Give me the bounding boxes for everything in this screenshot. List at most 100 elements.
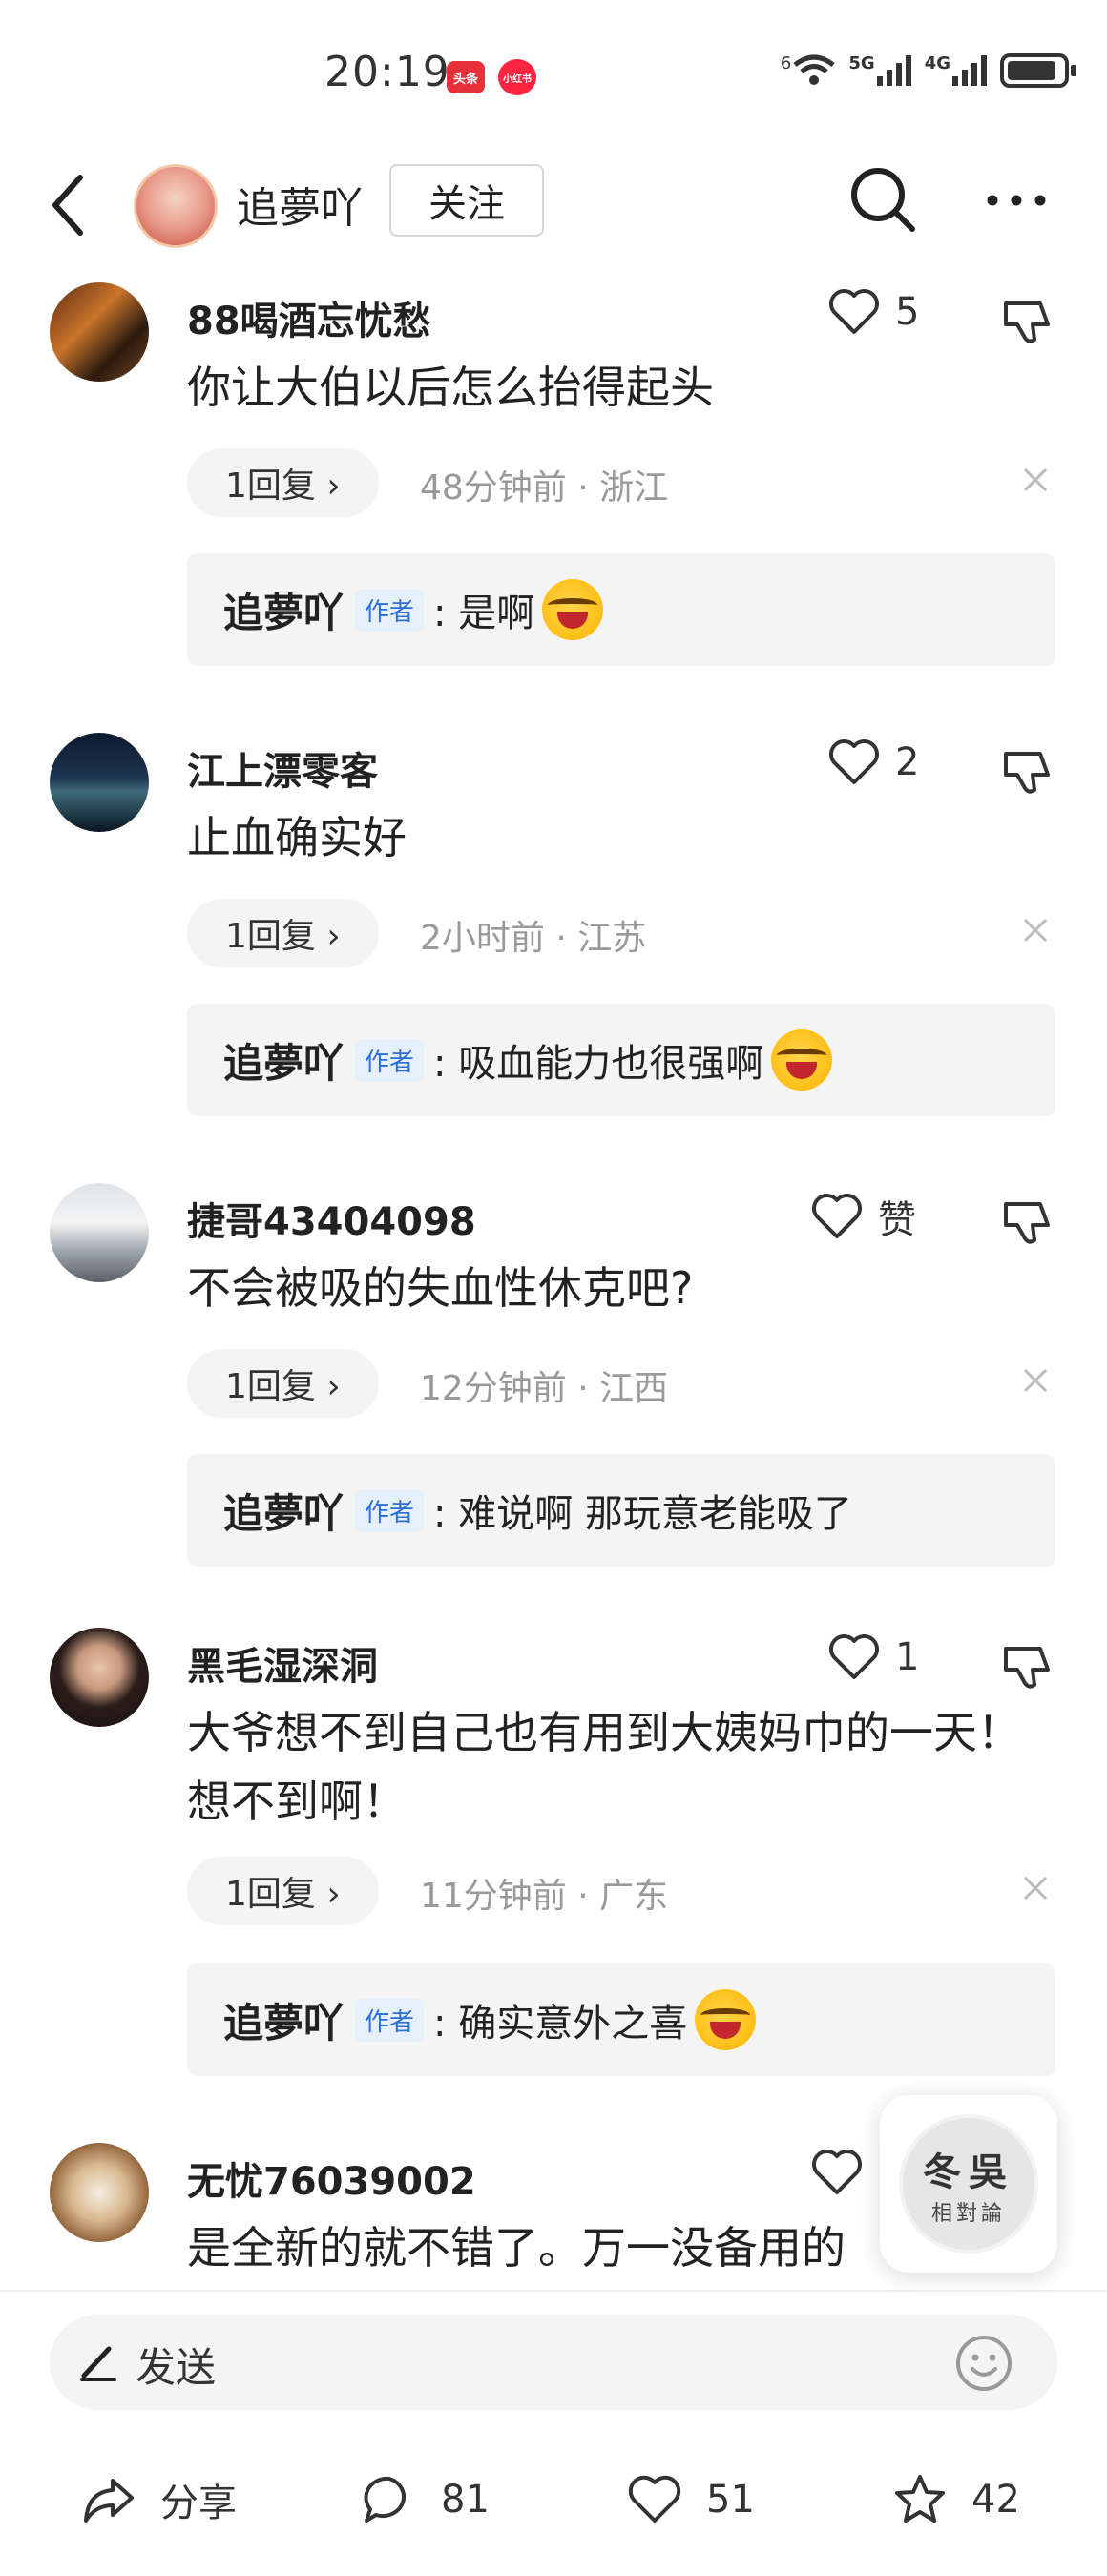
- author-tag: 作者: [355, 1998, 425, 2042]
- reply-count-button[interactable]: 1回复 ›: [187, 1857, 379, 1925]
- close-icon: [1023, 918, 1048, 943]
- comment-item: 捷哥43404098 赞 不会被吸的失血性休克吧? 1回复 › 12分钟前 · …: [0, 1177, 1107, 1588]
- pen-icon: [80, 2346, 116, 2381]
- follow-button[interactable]: 关注: [389, 164, 544, 237]
- dislike-button[interactable]: [1000, 296, 1054, 349]
- dislike-button[interactable]: [1000, 746, 1054, 800]
- reply-text: : 吸血能力也很强啊: [433, 1042, 764, 1086]
- heart-icon: [812, 2150, 862, 2194]
- comment-text: 不会被吸的失血性休克吧?: [187, 1262, 694, 1314]
- share-icon: [84, 2479, 134, 2523]
- comment-meta: 48分钟前 · 浙江: [420, 468, 669, 508]
- podcast-subtitle: 相對論: [930, 2202, 1006, 2226]
- author-reply[interactable]: 追夢吖 作者 : 难说啊 那玩意老能吸了: [187, 1454, 1055, 1567]
- reply-author: 追夢吖: [223, 589, 345, 636]
- star-icon: [895, 2475, 945, 2523]
- comment-text: 你让大伯以后怎么抬得起头: [187, 362, 714, 413]
- comment-text: 止血确实好: [187, 812, 407, 863]
- comment-meta: 12分钟前 · 江西: [420, 1369, 669, 1408]
- close-icon: [1023, 1876, 1048, 1901]
- dislike-button[interactable]: [1000, 1641, 1054, 1694]
- comment-meta: 2小时前 · 江苏: [420, 919, 647, 958]
- comment-input[interactable]: 发送: [50, 2315, 1057, 2410]
- laughing-crying-emoji-icon: [695, 1989, 757, 2050]
- toutiao-badge-icon: 头条: [447, 61, 485, 93]
- heart-icon: [829, 739, 879, 784]
- share-label: 分享: [160, 2482, 237, 2525]
- commenter-avatar[interactable]: [50, 282, 149, 382]
- share-button[interactable]: 分享: [80, 2471, 237, 2528]
- favorite-button[interactable]: 42: [891, 2471, 1020, 2528]
- close-icon: [1023, 467, 1048, 492]
- thumbs-down-icon: [1004, 1202, 1050, 1244]
- author-name[interactable]: 追夢吖: [237, 174, 363, 235]
- commenter-avatar[interactable]: [50, 733, 149, 832]
- battery-icon: [1000, 53, 1076, 88]
- author-reply[interactable]: 追夢吖 作者 : 是啊: [187, 553, 1055, 666]
- author-avatar[interactable]: [134, 164, 218, 248]
- reply-author: 追夢吖: [223, 1489, 345, 1537]
- like-button[interactable]: 5: [828, 288, 919, 336]
- reply-author: 追夢吖: [223, 1999, 345, 2046]
- like-count: 5: [895, 290, 920, 334]
- commenter-name[interactable]: 江上漂零客: [187, 740, 378, 796]
- dislike-button[interactable]: [1000, 1196, 1054, 1250]
- close-button[interactable]: [1021, 1366, 1050, 1395]
- favorite-count: 42: [971, 2478, 1020, 2522]
- commenter-name[interactable]: 黑毛湿深洞: [187, 1635, 378, 1691]
- status-time: 20:19: [324, 48, 450, 96]
- author-reply[interactable]: 追夢吖 作者 : 吸血能力也很强啊: [187, 1004, 1055, 1116]
- like-button[interactable]: 1: [828, 1633, 919, 1681]
- more-button[interactable]: [983, 172, 1050, 229]
- close-button[interactable]: [1021, 1874, 1050, 1902]
- podcast-title: 冬吳: [923, 2150, 1014, 2194]
- podcast-cover: 冬吳 相對論: [899, 2114, 1038, 2254]
- comment-button[interactable]: 81: [361, 2471, 490, 2528]
- author-reply[interactable]: 追夢吖 作者 : 确实意外之喜: [187, 1963, 1055, 2076]
- search-button[interactable]: [847, 164, 918, 235]
- commenter-name[interactable]: 88喝酒忘忧愁: [187, 290, 431, 345]
- heart-icon: [829, 1634, 879, 1679]
- close-icon: [1023, 1368, 1048, 1393]
- commenter-name[interactable]: 无忧76039002: [187, 2150, 476, 2206]
- like-button[interactable]: 赞: [811, 1189, 916, 1244]
- reply-text: : 是啊: [433, 592, 535, 635]
- reply-text: : 难说啊 那玩意老能吸了: [433, 1492, 852, 1536]
- heart-icon: [829, 289, 879, 334]
- action-bar: 分享 81 51 42: [0, 2452, 1107, 2547]
- like-article-button[interactable]: 51: [626, 2471, 755, 2528]
- reply-count-button[interactable]: 1回复 ›: [187, 448, 379, 517]
- close-button[interactable]: [1021, 466, 1050, 494]
- signal-4g-icon: 4G: [925, 53, 989, 88]
- close-button[interactable]: [1021, 916, 1050, 945]
- commenter-avatar[interactable]: [50, 1183, 149, 1282]
- reply-count-button[interactable]: 1回复 ›: [187, 899, 379, 967]
- like-button[interactable]: [811, 2149, 863, 2196]
- commenter-name[interactable]: 捷哥43404098: [187, 1191, 476, 1246]
- author-tag: 作者: [355, 1488, 425, 1532]
- laughing-crying-emoji-icon: [542, 579, 604, 640]
- xiaohongshu-badge-icon: 小红书: [498, 59, 536, 95]
- heart-icon: [628, 2475, 681, 2523]
- like-count: 51: [706, 2478, 755, 2522]
- like-count: 2: [895, 740, 920, 784]
- commenter-avatar[interactable]: [50, 2143, 149, 2242]
- comment-count: 81: [441, 2478, 490, 2522]
- like-button[interactable]: 2: [828, 738, 919, 786]
- floating-audio-widget[interactable]: 冬吳 相對論: [880, 2095, 1057, 2273]
- wifi-icon: 6: [781, 53, 837, 88]
- laughing-crying-emoji-icon: [771, 1029, 833, 1091]
- reply-count-button[interactable]: 1回复 ›: [187, 1349, 379, 1418]
- thumbs-down-icon: [1004, 301, 1050, 343]
- more-dots-icon: [987, 195, 1046, 206]
- heart-icon: [812, 1194, 862, 1238]
- reply-text: : 确实意外之喜: [433, 2002, 688, 2046]
- input-placeholder: 发送: [136, 2344, 217, 2391]
- comment-item: 江上漂零客 2 止血确实好 1回复 › 2小时前 · 江苏 追夢吖 作者 : 吸…: [0, 727, 1107, 1137]
- thumbs-down-icon: [1004, 752, 1050, 794]
- back-button[interactable]: [38, 162, 115, 248]
- emoji-picker-icon[interactable]: [954, 2334, 1013, 2393]
- comment-text: 大爷想不到自己也有用到大姨妈巾的一天！想不到啊！: [187, 1707, 1021, 1827]
- commenter-avatar[interactable]: [50, 1628, 149, 1727]
- comment-icon: [364, 2476, 407, 2523]
